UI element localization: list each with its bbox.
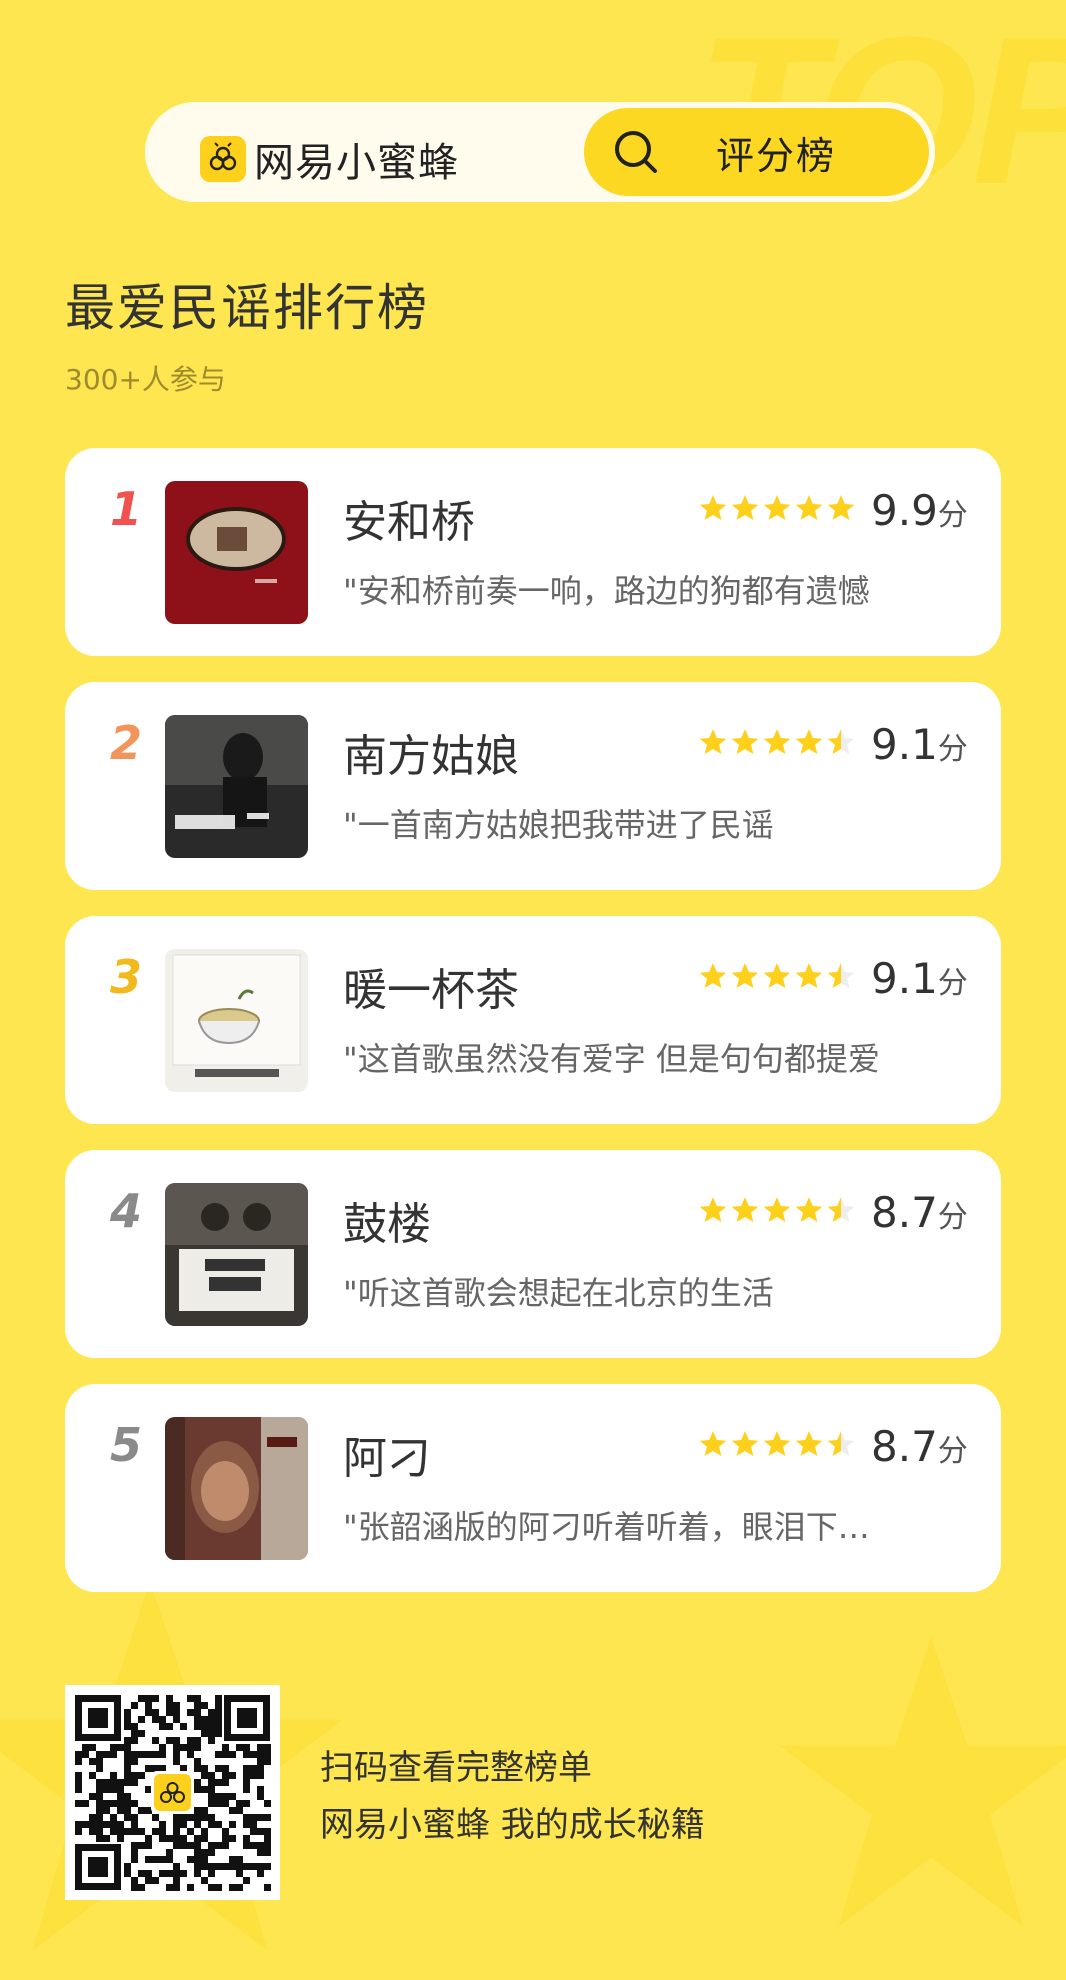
star-icon: [827, 495, 855, 521]
song-title: 阿刁: [343, 1433, 431, 1484]
star-icon: [731, 1197, 759, 1223]
bee-logo-icon: [200, 136, 246, 182]
song-quote: "一首南方姑娘把我带进了民谣: [343, 806, 774, 844]
star-icon: [795, 1431, 823, 1457]
score-unit: 分: [937, 966, 968, 1001]
rank-number: 5: [110, 1418, 143, 1472]
rank-card[interactable]: 4 鼓楼 8.7分 "听这首歌会想起在北京的生活: [65, 1150, 1001, 1358]
star-rating: [699, 494, 859, 522]
song-title: 南方姑娘: [343, 731, 519, 782]
score-unit: 分: [937, 498, 968, 533]
song-quote: "张韶涵版的阿刁听着听着，眼泪下…: [343, 1508, 870, 1546]
score: 9.1分: [871, 720, 968, 769]
star-icon: [731, 495, 759, 521]
score: 8.7分: [871, 1422, 968, 1471]
score-unit: 分: [937, 1434, 968, 1469]
rank-card[interactable]: 1 安和桥 9.9分 "安和桥前奏一响，路边的狗都有遗憾: [65, 448, 1001, 656]
star-rating: [699, 1196, 859, 1224]
star-icon: [827, 1431, 855, 1457]
footer: 扫码查看完整榜单 网易小蜜蜂 我的成长秘籍: [65, 1685, 1001, 1900]
score-value: 9.1: [871, 720, 938, 769]
search-pill-label: 评分榜: [716, 133, 837, 178]
album-cover: [165, 1183, 308, 1326]
score: 9.1分: [871, 954, 968, 1003]
footer-slogan: 网易小蜜蜂 我的成长秘籍: [320, 1805, 705, 1845]
star-icon: [699, 1197, 727, 1223]
star-icon: [699, 495, 727, 521]
album-cover: [165, 715, 308, 858]
album-cover: [165, 949, 308, 1092]
rank-number: 2: [110, 716, 143, 770]
rank-card[interactable]: 3 暖一杯茶 9.1分 "这首歌虽然没有爱字 但是句句都提爱: [65, 916, 1001, 1124]
rank-card[interactable]: 2 南方姑娘 9.1分 "一首南方姑娘把我带进了民谣: [65, 682, 1001, 890]
star-icon: [699, 963, 727, 989]
rank-number: 3: [110, 950, 143, 1004]
song-title: 鼓楼: [343, 1199, 431, 1250]
star-icon: [763, 1431, 791, 1457]
score-unit: 分: [937, 732, 968, 767]
rating-list-search-button[interactable]: 评分榜: [578, 102, 935, 202]
star-icon: [795, 963, 823, 989]
score-value: 9.9: [871, 486, 938, 535]
star-icon: [763, 1197, 791, 1223]
score-unit: 分: [937, 1200, 968, 1235]
star-rating: [699, 962, 859, 990]
qr-code[interactable]: [65, 1685, 280, 1900]
star-icon: [827, 1197, 855, 1223]
score: 8.7分: [871, 1188, 968, 1237]
brand[interactable]: 网易小蜜蜂: [200, 130, 459, 188]
song-title: 安和桥: [343, 497, 475, 548]
score: 9.9分: [871, 486, 968, 535]
song-title: 暖一杯茶: [343, 965, 519, 1016]
score-value: 8.7: [871, 1422, 938, 1471]
score-value: 8.7: [871, 1188, 938, 1237]
star-icon: [731, 963, 759, 989]
rank-card[interactable]: 5 阿刁 8.7分 "张韶涵版的阿刁听着听着，眼泪下…: [65, 1384, 1001, 1592]
song-quote: "安和桥前奏一响，路边的狗都有遗憾: [343, 572, 870, 610]
participants-count: 300+人参与: [65, 363, 226, 396]
star-icon: [827, 729, 855, 755]
search-icon: [615, 131, 657, 173]
star-icon: [731, 1431, 759, 1457]
album-cover: [165, 481, 308, 624]
brand-name: 网易小蜜蜂: [254, 140, 459, 186]
star-rating: [699, 728, 859, 756]
star-rating: [699, 1430, 859, 1458]
page-title: 最爱民谣排行榜: [65, 279, 429, 337]
header-bar: 网易小蜜蜂 评分榜: [145, 102, 935, 202]
song-quote: "听这首歌会想起在北京的生活: [343, 1274, 774, 1312]
rank-number: 1: [110, 482, 143, 536]
star-icon: [795, 495, 823, 521]
footer-scan-hint: 扫码查看完整榜单: [320, 1748, 592, 1788]
rank-number: 4: [110, 1184, 143, 1238]
star-icon: [795, 729, 823, 755]
star-icon: [731, 729, 759, 755]
star-icon: [763, 495, 791, 521]
star-icon: [699, 729, 727, 755]
album-cover: [165, 1417, 308, 1560]
star-icon: [763, 963, 791, 989]
star-icon: [699, 1431, 727, 1457]
star-icon: [827, 963, 855, 989]
star-icon: [795, 1197, 823, 1223]
song-quote: "这首歌虽然没有爱字 但是句句都提爱: [343, 1040, 880, 1078]
star-icon: [763, 729, 791, 755]
score-value: 9.1: [871, 954, 938, 1003]
rank-list: 1 安和桥 9.9分 "安和桥前奏一响，路边的狗都有遗憾 2 南方姑娘 9.1分…: [65, 448, 1001, 1618]
